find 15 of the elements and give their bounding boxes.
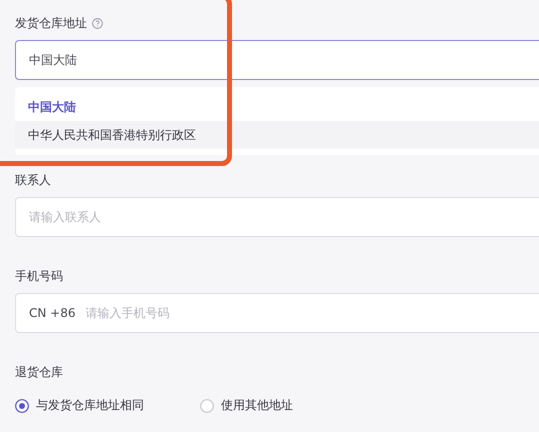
country-code[interactable]: CN +86 <box>29 306 76 320</box>
field-label: 手机号码 <box>15 268 63 284</box>
field-label: 退货仓库 <box>15 364 63 380</box>
radio-label[interactable]: 与发货仓库地址相同 <box>36 397 144 414</box>
help-icon[interactable] <box>92 18 103 28</box>
phone-input-field[interactable]: CN +86 请输入手机号码 <box>15 293 539 333</box>
input-field[interactable]: 请输入联系人 <box>15 197 539 237</box>
radio-button[interactable] <box>15 398 29 412</box>
dropdown-option[interactable]: 中国大陆 <box>15 93 539 121</box>
field-label: 联系人 <box>15 172 51 188</box>
phone-input[interactable]: 请输入手机号码 <box>86 306 539 320</box>
radio-label[interactable]: 使用其他地址 <box>221 397 293 414</box>
dropdown-option[interactable]: 中华人民共和国香港特别行政区 <box>15 121 539 149</box>
select-field[interactable]: 中国大陆 <box>15 40 539 80</box>
field-label: 发货仓库地址 <box>15 14 87 32</box>
